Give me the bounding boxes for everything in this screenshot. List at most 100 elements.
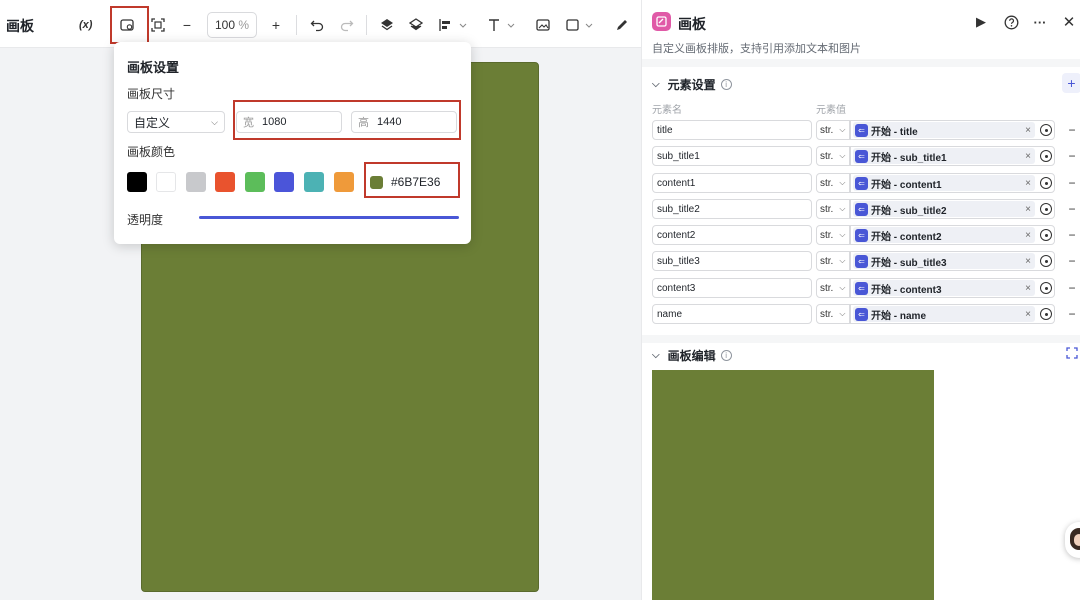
element-type-value: str. <box>820 124 834 136</box>
element-type-select[interactable]: str. ⌵ <box>816 278 850 298</box>
canvas-preview[interactable] <box>652 370 934 600</box>
opacity-slider[interactable] <box>199 216 459 219</box>
zoom-out-icon[interactable]: − <box>180 14 194 36</box>
element-value-field[interactable]: ⇐ 开始 - content1 × <box>850 173 1055 193</box>
target-icon[interactable] <box>1040 229 1052 241</box>
more-icon[interactable]: ··· <box>1032 14 1048 30</box>
info-icon: i <box>720 350 732 361</box>
chevron-down-icon: ⌵ <box>839 256 846 265</box>
element-name-input[interactable]: title <box>652 120 812 140</box>
color-swatch[interactable] <box>156 172 176 192</box>
align-icon[interactable] <box>437 14 469 36</box>
clear-icon[interactable]: × <box>1025 204 1031 215</box>
editor-section-title: 画板编辑 <box>667 349 716 363</box>
remove-element-button[interactable]: − <box>1066 173 1078 193</box>
element-value-field[interactable]: ⇐ 开始 - content3 × <box>850 278 1055 298</box>
redo-icon[interactable] <box>339 14 355 36</box>
canvas-node-icon <box>652 12 671 31</box>
element-name-input[interactable]: content3 <box>652 278 812 298</box>
element-value-field[interactable]: ⇐ 开始 - name × <box>850 304 1055 324</box>
element-type-select[interactable]: str. ⌵ <box>816 173 850 193</box>
element-value-field[interactable]: ⇐ 开始 - title × <box>850 120 1055 140</box>
pen-tool-icon[interactable] <box>614 14 630 36</box>
remove-element-button[interactable]: − <box>1066 225 1078 245</box>
remove-element-button[interactable]: − <box>1066 304 1078 324</box>
elements-section-header[interactable]: ⌵ 元素设置 i <box>652 76 732 93</box>
image-tool-icon[interactable] <box>535 14 551 36</box>
color-swatch[interactable] <box>245 172 265 192</box>
color-swatch[interactable] <box>215 172 235 192</box>
element-value-field[interactable]: ⇐ 开始 - sub_title1 × <box>850 146 1055 166</box>
color-swatch[interactable] <box>186 172 206 192</box>
zoom-in-icon[interactable]: + <box>269 14 283 36</box>
reference-label: 开始 - sub_title2 <box>871 205 947 217</box>
element-type-select[interactable]: str. ⌵ <box>816 304 850 324</box>
start-node-icon: ⇐ <box>855 307 868 321</box>
layers-icon[interactable] <box>408 14 424 36</box>
avatar-face <box>1074 534 1080 546</box>
clear-icon[interactable]: × <box>1025 178 1031 189</box>
editor-section-header[interactable]: ⌵ 画板编辑 i <box>652 347 732 364</box>
target-icon[interactable] <box>1040 150 1052 162</box>
element-type-select[interactable]: str. ⌵ <box>816 120 850 140</box>
element-name-input[interactable]: content2 <box>652 225 812 245</box>
element-type-select[interactable]: str. ⌵ <box>816 225 850 245</box>
clear-icon[interactable]: × <box>1025 151 1031 162</box>
target-icon[interactable] <box>1040 255 1052 267</box>
chevron-down-icon: ⌵ <box>839 151 846 160</box>
element-value-field[interactable]: ⇐ 开始 - sub_title2 × <box>850 199 1055 219</box>
clear-icon[interactable]: × <box>1025 230 1031 241</box>
element-name-input[interactable]: sub_title1 <box>652 146 812 166</box>
reference-label: 开始 - sub_title1 <box>871 152 947 164</box>
help-icon[interactable] <box>1003 14 1019 30</box>
expand-icon[interactable] <box>1066 347 1078 362</box>
target-icon[interactable] <box>1040 282 1052 294</box>
target-icon[interactable] <box>1040 308 1052 320</box>
fit-screen-icon[interactable] <box>150 14 166 36</box>
element-type-select[interactable]: str. ⌵ <box>816 251 850 271</box>
highlight-settings <box>110 6 149 44</box>
element-type-select[interactable]: str. ⌵ <box>816 146 850 166</box>
element-name-input[interactable]: sub_title2 <box>652 199 812 219</box>
element-type-select[interactable]: str. ⌵ <box>816 199 850 219</box>
size-preset-select[interactable]: 自定义 ⌵ <box>127 111 225 133</box>
clear-icon[interactable]: × <box>1025 256 1031 267</box>
variable-icon[interactable]: (x) <box>79 14 92 36</box>
highlight-size <box>233 100 461 140</box>
shape-tool-icon[interactable] <box>564 14 598 36</box>
close-icon[interactable]: ✕ <box>1061 14 1077 31</box>
target-icon[interactable] <box>1040 177 1052 189</box>
element-name-input[interactable]: name <box>652 304 812 324</box>
clear-icon[interactable]: × <box>1025 283 1031 294</box>
color-swatch[interactable] <box>274 172 294 192</box>
remove-element-button[interactable]: − <box>1066 120 1078 140</box>
target-icon[interactable] <box>1040 203 1052 215</box>
add-element-button[interactable]: + <box>1062 73 1080 93</box>
element-row: content1 str. ⌵ ⇐ 开始 - content1 × − <box>652 173 1080 193</box>
element-name-input[interactable]: content1 <box>652 173 812 193</box>
remove-element-button[interactable]: − <box>1066 199 1078 219</box>
remove-element-button[interactable]: − <box>1066 146 1078 166</box>
color-swatch[interactable] <box>304 172 324 192</box>
clear-icon[interactable]: × <box>1025 309 1031 320</box>
color-swatch[interactable] <box>127 172 147 192</box>
undo-icon[interactable] <box>309 14 325 36</box>
target-icon[interactable] <box>1040 124 1052 136</box>
remove-element-button[interactable]: − <box>1066 278 1078 298</box>
canvas-size-label: 画板尺寸 <box>127 87 176 101</box>
reference-tag: ⇐ 开始 - sub_title3 × <box>853 253 1035 269</box>
reference-label: 开始 - content2 <box>871 231 942 243</box>
remove-element-button[interactable]: − <box>1066 251 1078 271</box>
run-icon[interactable]: ▶ <box>973 14 989 30</box>
clear-icon[interactable]: × <box>1025 125 1031 136</box>
layer-up-icon[interactable] <box>379 14 395 36</box>
text-tool-icon[interactable] <box>486 14 518 36</box>
reference-tag: ⇐ 开始 - content1 × <box>853 175 1035 191</box>
element-value-field[interactable]: ⇐ 开始 - sub_title3 × <box>850 251 1055 271</box>
color-swatch[interactable] <box>334 172 354 192</box>
element-name-input[interactable]: sub_title3 <box>652 251 812 271</box>
element-row: sub_title2 str. ⌵ ⇐ 开始 - sub_title2 × − <box>652 199 1080 219</box>
zoom-input[interactable]: 100 % <box>207 12 257 38</box>
assistant-avatar[interactable] <box>1065 522 1080 558</box>
element-value-field[interactable]: ⇐ 开始 - content2 × <box>850 225 1055 245</box>
